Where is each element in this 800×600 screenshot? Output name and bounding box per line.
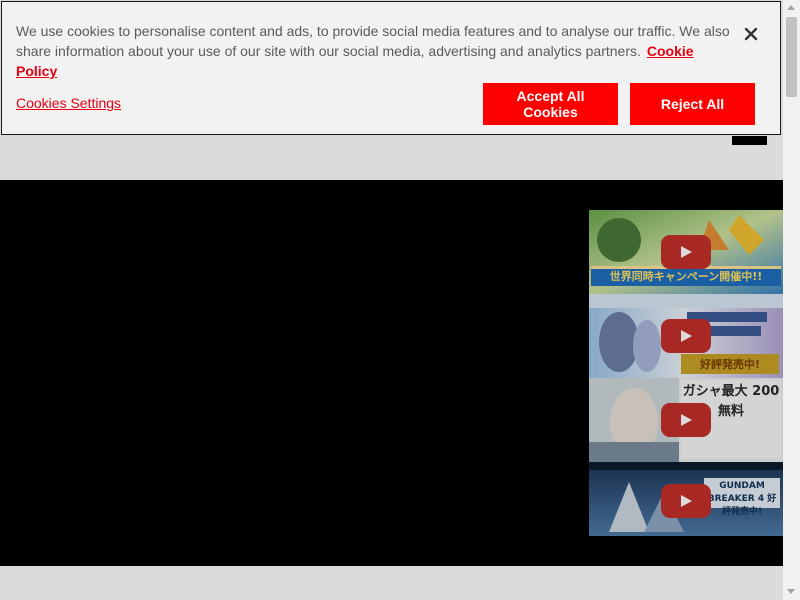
vertical-scrollbar[interactable] — [783, 0, 800, 600]
reject-all-button[interactable]: Reject All — [630, 83, 755, 125]
scroll-down-arrow-icon[interactable] — [787, 589, 795, 594]
cookies-settings-link[interactable]: Cookies Settings — [16, 95, 121, 111]
cookie-message: We use cookies to personalise content an… — [16, 21, 736, 81]
scrollbar-thumb[interactable] — [786, 17, 797, 97]
cookie-consent-banner: We use cookies to personalise content an… — [1, 1, 781, 135]
page: 世界同時キャンペーン開催中!! 好評発売中! ガシャ最大 200 無料 GUND… — [0, 0, 800, 600]
close-icon — [744, 27, 758, 41]
close-button[interactable] — [740, 23, 762, 45]
accept-all-cookies-button[interactable]: Accept All Cookies — [483, 83, 618, 125]
scroll-up-arrow-icon[interactable] — [787, 5, 795, 10]
cookie-message-text: We use cookies to personalise content an… — [16, 23, 730, 59]
